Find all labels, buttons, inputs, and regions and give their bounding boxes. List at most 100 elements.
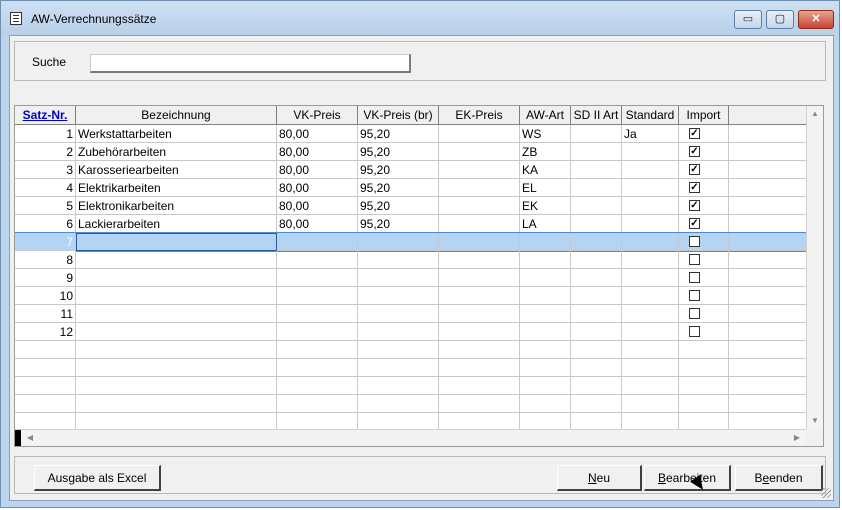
- table-row[interactable]: [15, 359, 807, 377]
- cell-vk[interactable]: [277, 305, 358, 323]
- column-header[interactable]: Standard: [622, 106, 679, 124]
- table-row[interactable]: 9: [15, 269, 807, 287]
- table-row[interactable]: 5 Elektronikarbeiten 80,00 95,20 EK ✓: [15, 197, 807, 215]
- cell-vkbr[interactable]: [358, 233, 439, 251]
- cell-nr[interactable]: [15, 359, 76, 377]
- cell-aw[interactable]: LA: [520, 215, 571, 233]
- cell-aw[interactable]: [520, 395, 571, 413]
- cell-std[interactable]: [622, 395, 679, 413]
- cell-import[interactable]: [679, 359, 729, 377]
- cell-sd[interactable]: [571, 269, 622, 287]
- import-checkbox[interactable]: [689, 254, 700, 265]
- cell-vkbr[interactable]: 95,20: [358, 215, 439, 233]
- cell-ek[interactable]: [439, 377, 520, 395]
- vertical-scrollbar[interactable]: ▲ ▼: [806, 106, 823, 430]
- cell-std[interactable]: [622, 251, 679, 269]
- column-header[interactable]: EK-Preis: [439, 106, 520, 124]
- cell-vk[interactable]: [277, 251, 358, 269]
- cell-aw[interactable]: [520, 341, 571, 359]
- import-checkbox[interactable]: ✓: [689, 182, 700, 193]
- cell-ek[interactable]: [439, 197, 520, 215]
- cell-vkbr[interactable]: [358, 359, 439, 377]
- cell-vkbr[interactable]: [358, 395, 439, 413]
- cell-import[interactable]: ✓: [679, 179, 729, 197]
- cell-ek[interactable]: [439, 215, 520, 233]
- cell-vk[interactable]: 80,00: [277, 215, 358, 233]
- cell-nr[interactable]: 11: [15, 305, 76, 323]
- column-header[interactable]: VK-Preis: [277, 106, 358, 124]
- cell-std[interactable]: [622, 143, 679, 161]
- cell-std[interactable]: [622, 179, 679, 197]
- cell-vkbr[interactable]: 95,20: [358, 143, 439, 161]
- cell-import[interactable]: ✓: [679, 143, 729, 161]
- search-input[interactable]: [90, 54, 411, 73]
- cell-sd[interactable]: [571, 395, 622, 413]
- cell-std[interactable]: [622, 377, 679, 395]
- scroll-up-icon[interactable]: ▲: [809, 108, 821, 120]
- cell-std[interactable]: [622, 359, 679, 377]
- cell-import[interactable]: [679, 395, 729, 413]
- cell-aw[interactable]: [520, 377, 571, 395]
- scroll-down-icon[interactable]: ▼: [809, 415, 821, 427]
- close-button[interactable]: ✕: [798, 10, 834, 29]
- cell-vk[interactable]: [277, 323, 358, 341]
- table-row[interactable]: 1 Werkstattarbeiten 80,00 95,20 WS Ja ✓: [15, 125, 807, 143]
- cell-bezeichnung[interactable]: [76, 251, 277, 269]
- cell-vk[interactable]: [277, 233, 358, 251]
- cell-std[interactable]: [622, 233, 679, 251]
- cell-std[interactable]: Ja: [622, 125, 679, 143]
- cell-aw[interactable]: [520, 287, 571, 305]
- cell-bezeichnung[interactable]: Elektrikarbeiten: [76, 179, 277, 197]
- cell-aw[interactable]: ZB: [520, 143, 571, 161]
- cell-import[interactable]: ✓: [679, 215, 729, 233]
- cell-vkbr[interactable]: [358, 251, 439, 269]
- column-header[interactable]: SD II Art: [571, 106, 622, 124]
- import-checkbox[interactable]: [689, 326, 700, 337]
- maximize-button[interactable]: ▢: [766, 10, 794, 29]
- cell-import[interactable]: [679, 269, 729, 287]
- table-row[interactable]: [15, 341, 807, 359]
- cell-nr[interactable]: [15, 377, 76, 395]
- cell-vkbr[interactable]: 95,20: [358, 197, 439, 215]
- cell-bezeichnung[interactable]: [76, 341, 277, 359]
- import-checkbox[interactable]: [689, 236, 700, 247]
- cell-ek[interactable]: [439, 269, 520, 287]
- cell-std[interactable]: [622, 197, 679, 215]
- cell-ek[interactable]: [439, 395, 520, 413]
- cell-sd[interactable]: [571, 125, 622, 143]
- cell-vkbr[interactable]: [358, 287, 439, 305]
- import-checkbox[interactable]: [689, 272, 700, 283]
- cell-bezeichnung[interactable]: [76, 395, 277, 413]
- cell-ek[interactable]: [439, 125, 520, 143]
- cell-std[interactable]: [622, 341, 679, 359]
- cell-bezeichnung[interactable]: [76, 377, 277, 395]
- table-row[interactable]: 6 Lackierarbeiten 80,00 95,20 LA ✓: [15, 215, 807, 233]
- cell-vk[interactable]: [277, 287, 358, 305]
- cell-vkbr[interactable]: [358, 269, 439, 287]
- import-checkbox[interactable]: [689, 290, 700, 301]
- cell-sd[interactable]: [571, 377, 622, 395]
- cell-std[interactable]: [622, 287, 679, 305]
- cell-bezeichnung[interactable]: [76, 269, 277, 287]
- cell-import[interactable]: ✓: [679, 161, 729, 179]
- cell-aw[interactable]: [520, 305, 571, 323]
- export-excel-button[interactable]: Ausgabe als Excel: [34, 465, 161, 491]
- cell-import[interactable]: [679, 251, 729, 269]
- cell-sd[interactable]: [571, 323, 622, 341]
- cell-vkbr[interactable]: [358, 377, 439, 395]
- edit-button[interactable]: Bearbeiten: [644, 465, 731, 491]
- cell-bezeichnung[interactable]: [76, 359, 277, 377]
- import-checkbox[interactable]: ✓: [689, 128, 700, 139]
- horizontal-scrollbar[interactable]: ◀ ▶: [15, 429, 807, 446]
- cell-aw[interactable]: KA: [520, 161, 571, 179]
- cell-std[interactable]: [622, 215, 679, 233]
- cell-ek[interactable]: [439, 341, 520, 359]
- cell-vkbr[interactable]: 95,20: [358, 179, 439, 197]
- cell-vk[interactable]: [277, 269, 358, 287]
- cell-nr[interactable]: 9: [15, 269, 76, 287]
- import-checkbox[interactable]: ✓: [689, 200, 700, 211]
- cell-vkbr[interactable]: 95,20: [358, 161, 439, 179]
- cell-bezeichnung[interactable]: Elektronikarbeiten: [76, 197, 277, 215]
- cell-sd[interactable]: [571, 161, 622, 179]
- cell-bezeichnung[interactable]: Lackierarbeiten: [76, 215, 277, 233]
